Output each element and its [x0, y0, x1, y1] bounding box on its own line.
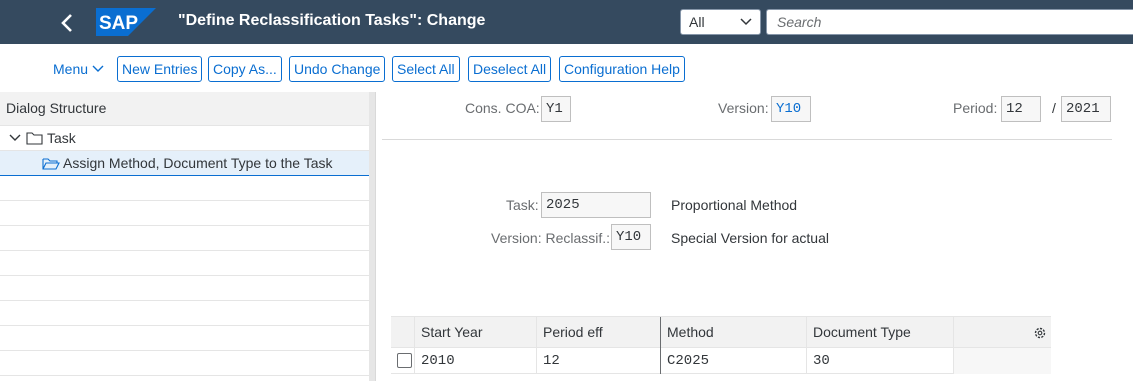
tree-empty-row — [0, 251, 375, 276]
chevron-left-icon — [61, 14, 72, 32]
tree-item-task[interactable]: Task — [0, 126, 375, 151]
chevron-down-icon — [740, 10, 752, 42]
settings-column-header — [954, 317, 1051, 349]
version-label: Version: — [718, 100, 769, 116]
svg-text:SAP: SAP — [99, 13, 138, 34]
tree-empty-row — [0, 276, 375, 301]
start-year-cell[interactable]: 2010 — [415, 348, 537, 374]
document-type-cell[interactable]: 30 — [807, 348, 954, 374]
task-label: Task: — [506, 197, 539, 213]
column-header-method[interactable]: Method — [661, 317, 807, 349]
period-eff-cell[interactable]: 12 — [537, 348, 661, 374]
open-folder-icon — [42, 158, 60, 170]
cons-coa-label: Cons. COA: — [465, 100, 540, 116]
tree-item-assign-method[interactable]: Assign Method, Document Type to the Task — [0, 151, 375, 176]
empty-cell — [954, 348, 1051, 374]
undo-change-button[interactable]: Undo Change — [289, 56, 386, 82]
method-table: Start Year Period eff Method Document Ty… — [391, 316, 1051, 381]
table-row[interactable]: 2010 12 C2025 30 — [391, 348, 1051, 374]
select-column-header — [391, 317, 415, 349]
period-separator: / — [1052, 100, 1056, 116]
dialog-structure-heading: Dialog Structure — [0, 92, 375, 126]
search-input[interactable]: Search — [766, 9, 1133, 35]
period-field[interactable]: 12 — [1001, 96, 1041, 122]
tree-item-label: Task — [47, 130, 76, 146]
row-select-cell — [391, 348, 415, 374]
column-header-start-year[interactable]: Start Year — [415, 317, 537, 349]
search-scope-select[interactable]: All — [680, 9, 761, 35]
column-header-document-type[interactable]: Document Type — [807, 317, 954, 349]
deselect-all-button[interactable]: Deselect All — [468, 56, 552, 82]
tree-empty-row — [0, 226, 375, 251]
tree-empty-row — [0, 326, 375, 351]
task-field[interactable]: 2025 — [541, 192, 651, 218]
method-cell[interactable]: C2025 — [661, 348, 807, 374]
dialog-structure-panel: Dialog Structure Task Assign Method, Doc… — [0, 92, 376, 381]
chevron-down-icon — [92, 65, 104, 72]
reclassification-version-label: Version: Reclassif.: — [491, 230, 611, 246]
shell-bar: SAP "Define Reclassification Tasks": Cha… — [0, 0, 1133, 44]
new-entries-button[interactable]: New Entries — [117, 56, 203, 82]
divider — [382, 139, 1112, 140]
menu-button[interactable]: Menu — [53, 61, 104, 77]
configuration-help-button[interactable]: Configuration Help — [559, 56, 685, 82]
period-label: Period: — [953, 100, 998, 116]
cons-coa-field[interactable]: Y1 — [541, 96, 571, 122]
back-button[interactable] — [56, 10, 78, 34]
task-description: Proportional Method — [671, 197, 798, 213]
menu-label: Menu — [53, 61, 89, 77]
tree-empty-row — [0, 201, 375, 226]
column-header-period-eff[interactable]: Period eff — [537, 317, 661, 349]
table-header: Start Year Period eff Method Document Ty… — [391, 316, 1051, 349]
chevron-down-icon — [9, 134, 21, 141]
tree-empty-row — [0, 176, 375, 201]
toolbar: Menu New Entries Copy As... Undo Change … — [0, 44, 1133, 92]
row-checkbox[interactable] — [397, 353, 412, 368]
folder-icon — [26, 132, 43, 145]
tree-empty-row — [0, 301, 375, 326]
search-scope-value: All — [689, 14, 705, 30]
reclassification-version-description: Special Version for actual — [671, 230, 829, 246]
select-all-button[interactable]: Select All — [392, 56, 460, 82]
tree-item-label: Assign Method, Document Type to the Task — [63, 155, 333, 171]
copy-as-button[interactable]: Copy As... — [208, 56, 282, 82]
tree-empty-row — [0, 351, 375, 376]
reclassification-version-field[interactable]: Y10 — [611, 224, 651, 250]
year-field[interactable]: 2021 — [1061, 96, 1111, 122]
page-title: "Define Reclassification Tasks": Change — [178, 12, 486, 29]
panel-scrollbar[interactable] — [369, 92, 375, 381]
version-field[interactable]: Y10 — [771, 96, 811, 122]
sap-logo: SAP — [96, 8, 156, 36]
settings-icon[interactable] — [1033, 326, 1047, 340]
